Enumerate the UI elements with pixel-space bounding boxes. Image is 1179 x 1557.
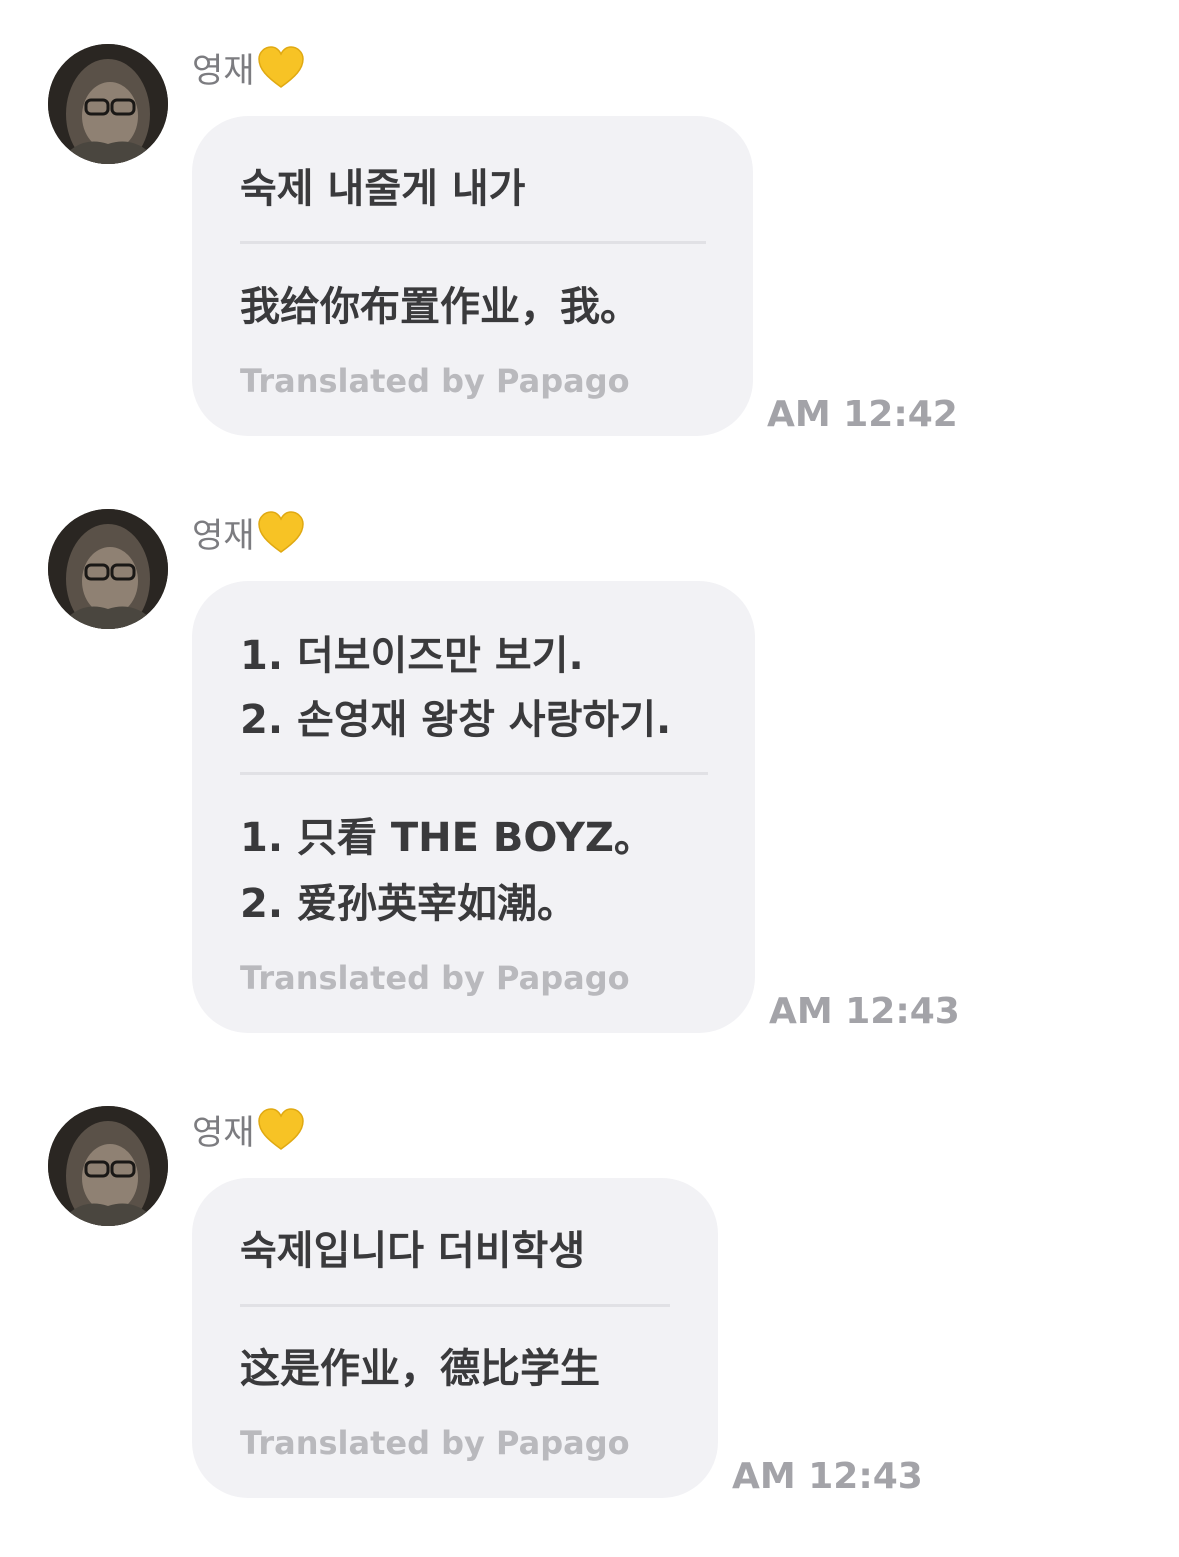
translation-divider: [240, 1304, 670, 1307]
translated-text: 2. 爱孙英宰如潮。: [240, 881, 577, 927]
original-text: 숙제입니다 더비학생: [240, 1228, 586, 1274]
translated-by-label: Translated by Papago: [240, 362, 630, 400]
sender-name: 영재: [192, 507, 305, 557]
translated-text: 我给你布置作业，我。: [240, 284, 640, 330]
sender-name: 영재: [192, 42, 305, 92]
translation-divider: [240, 772, 708, 775]
avatar[interactable]: [48, 509, 168, 629]
sender-label: 영재: [192, 1112, 255, 1153]
message-bubble[interactable]: 1. 더보이즈만 보기. 2. 손영재 왕창 사랑하기. 1. 只看 THE B…: [192, 581, 755, 1033]
message-bubble[interactable]: 숙제입니다 더비학생 这是作业，德比学生 Translated by Papag…: [192, 1178, 718, 1498]
avatar-photo: [48, 44, 168, 164]
avatar-photo: [48, 1106, 168, 1226]
avatar[interactable]: [48, 44, 168, 164]
translated-text: 这是作业，德比学生: [240, 1346, 600, 1392]
yellow-heart-icon: [257, 1108, 304, 1150]
translated-text: 1. 只看 THE BOYZ。: [240, 815, 654, 861]
timestamp: AM 12:43: [732, 1456, 923, 1497]
yellow-heart-icon: [257, 46, 304, 88]
sender-label: 영재: [192, 515, 255, 556]
translation-divider: [240, 241, 706, 244]
avatar-photo: [48, 509, 168, 629]
original-text: 숙제 내줄게 내가: [240, 166, 526, 212]
timestamp: AM 12:43: [769, 991, 960, 1032]
message-bubble[interactable]: 숙제 내줄게 내가 我给你布置作业，我。 Translated by Papag…: [192, 116, 753, 436]
timestamp: AM 12:42: [767, 394, 958, 435]
sender-name: 영재: [192, 1104, 305, 1154]
translated-by-label: Translated by Papago: [240, 1424, 630, 1462]
original-text: 2. 손영재 왕창 사랑하기.: [240, 697, 672, 743]
translated-by-label: Translated by Papago: [240, 959, 630, 997]
yellow-heart-icon: [257, 511, 304, 553]
avatar[interactable]: [48, 1106, 168, 1226]
sender-label: 영재: [192, 50, 255, 91]
original-text: 1. 더보이즈만 보기.: [240, 633, 584, 679]
